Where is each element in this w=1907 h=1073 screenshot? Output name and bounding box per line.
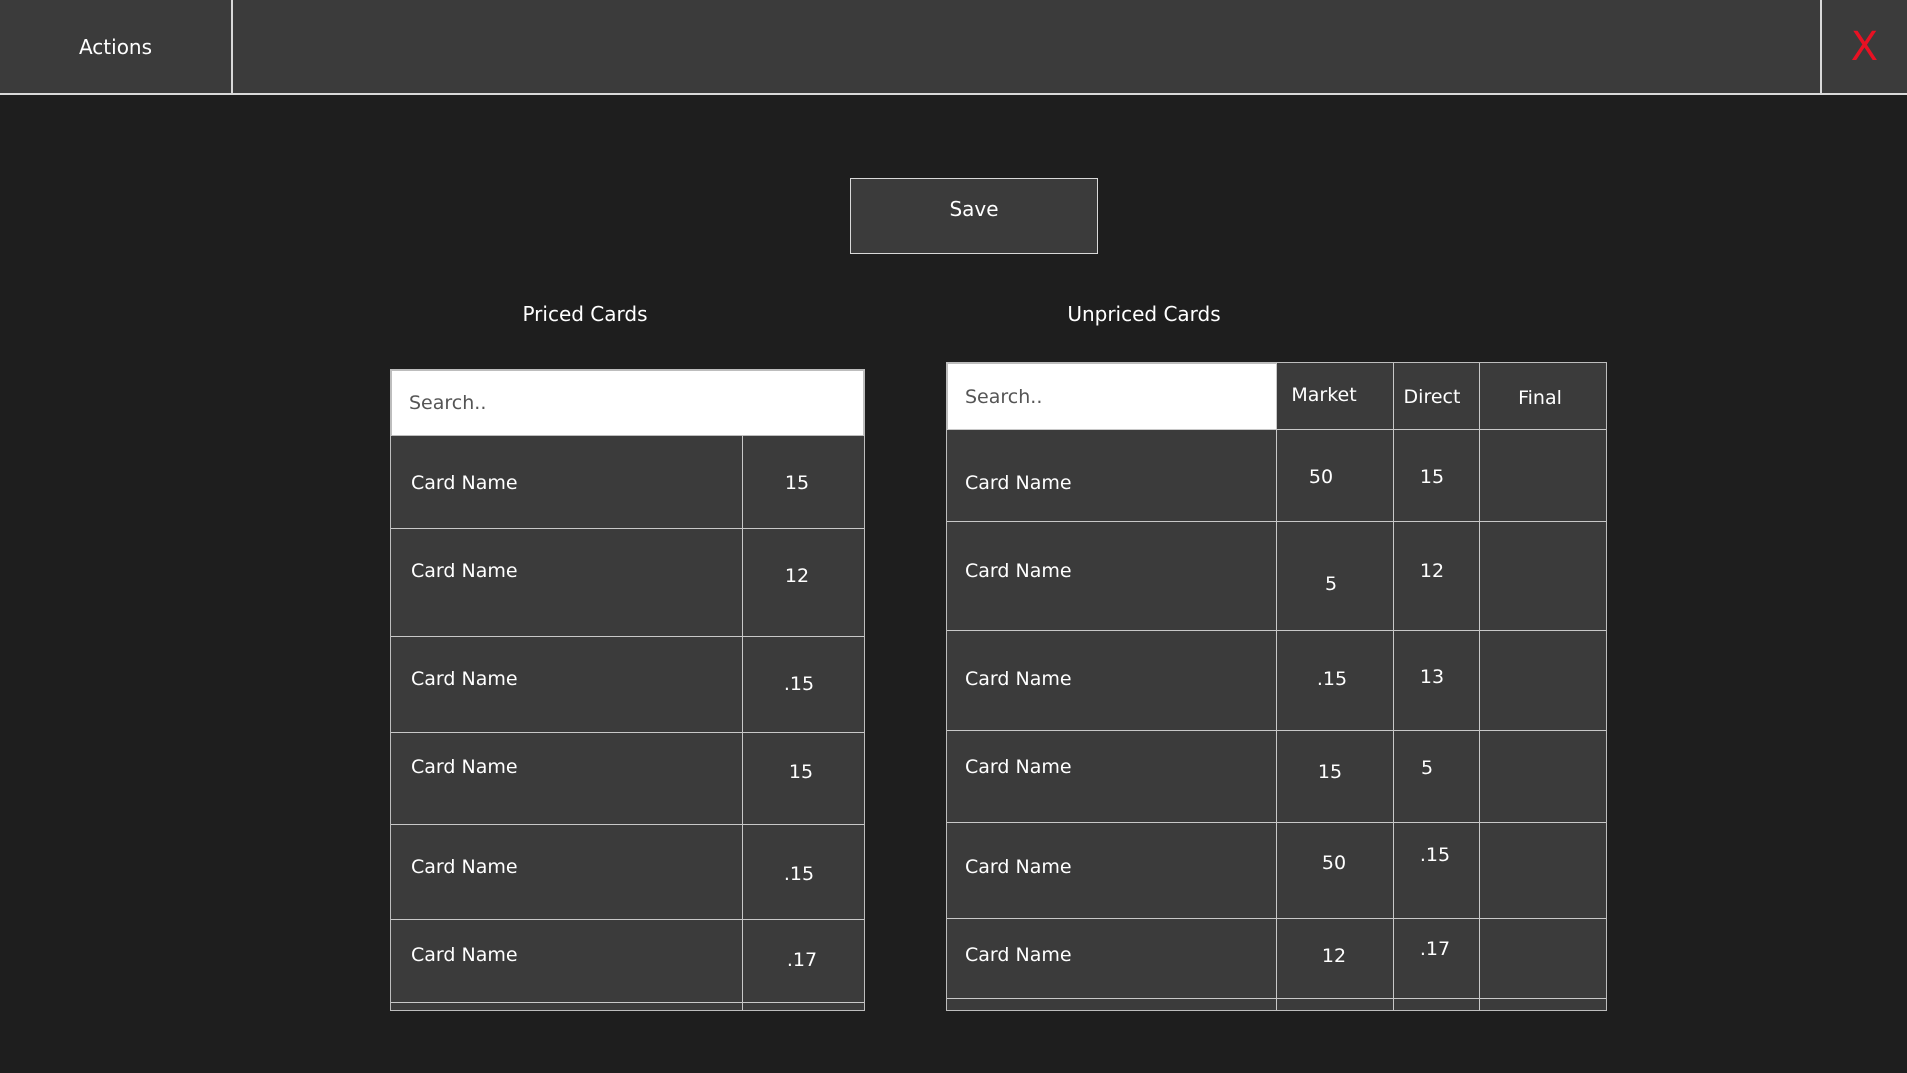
row-separator [391,732,864,733]
market-value: 5 [1324,573,1338,595]
row-separator [947,822,1606,823]
priced-card-price: 15 [784,472,810,494]
unpriced-cards-table: Market Direct Final Card Name 50 15 Card… [946,362,1607,1011]
row-separator [391,919,864,920]
priced-card-name[interactable]: Card Name [411,472,518,494]
column-header-final: Final [1518,387,1562,409]
unpriced-card-name[interactable]: Card Name [965,472,1072,494]
unpriced-card-name[interactable]: Card Name [965,756,1072,778]
row-separator [947,630,1606,631]
priced-card-name[interactable]: Card Name [411,756,518,778]
direct-value: 12 [1419,560,1445,582]
row-separator [391,528,864,529]
priced-card-name[interactable]: Card Name [411,668,518,690]
priced-card-name[interactable]: Card Name [411,944,518,966]
unpriced-card-name[interactable]: Card Name [965,856,1072,878]
unpriced-cards-title: Unpriced Cards [1067,302,1221,326]
actions-button[interactable]: Actions [0,0,233,93]
priced-cards-title: Priced Cards [522,302,648,326]
market-value: 12 [1321,945,1347,967]
column-divider [1276,363,1277,1010]
market-value: 15 [1317,761,1343,783]
row-separator [947,521,1606,522]
market-value: 50 [1308,466,1334,488]
priced-card-price: 12 [784,565,810,587]
direct-value: 5 [1420,757,1434,779]
priced-card-price: 15 [788,761,814,783]
column-header-direct: Direct [1403,386,1461,408]
row-separator [947,730,1606,731]
save-button[interactable]: Save [850,178,1098,254]
direct-value: 13 [1419,666,1445,688]
market-value: .15 [1316,668,1348,690]
column-header-market: Market [1291,384,1357,406]
column-divider [1393,363,1394,1010]
unpriced-card-name[interactable]: Card Name [965,944,1072,966]
priced-search-input[interactable] [391,370,864,436]
row-separator [947,429,1606,430]
priced-column-divider [742,435,743,1010]
unpriced-card-name[interactable]: Card Name [965,560,1072,582]
direct-value: .17 [1419,938,1451,960]
market-value: 50 [1321,852,1347,874]
priced-card-price: .15 [783,673,815,695]
unpriced-search-input[interactable] [947,363,1277,430]
direct-value: .15 [1419,844,1451,866]
priced-card-name[interactable]: Card Name [411,856,518,878]
column-divider [1479,363,1480,1010]
row-separator [391,636,864,637]
row-separator [391,824,864,825]
direct-value: 15 [1419,466,1445,488]
priced-card-price: .15 [783,863,815,885]
top-bar: Actions X [0,0,1907,95]
row-separator [947,998,1606,999]
close-button[interactable]: X [1820,0,1907,93]
row-separator [947,918,1606,919]
priced-card-name[interactable]: Card Name [411,560,518,582]
unpriced-card-name[interactable]: Card Name [965,668,1072,690]
priced-cards-table: Card Name 15 Card Name 12 Card Name .15 … [390,369,865,1011]
priced-card-price: .17 [786,949,818,971]
row-separator [391,1002,864,1003]
